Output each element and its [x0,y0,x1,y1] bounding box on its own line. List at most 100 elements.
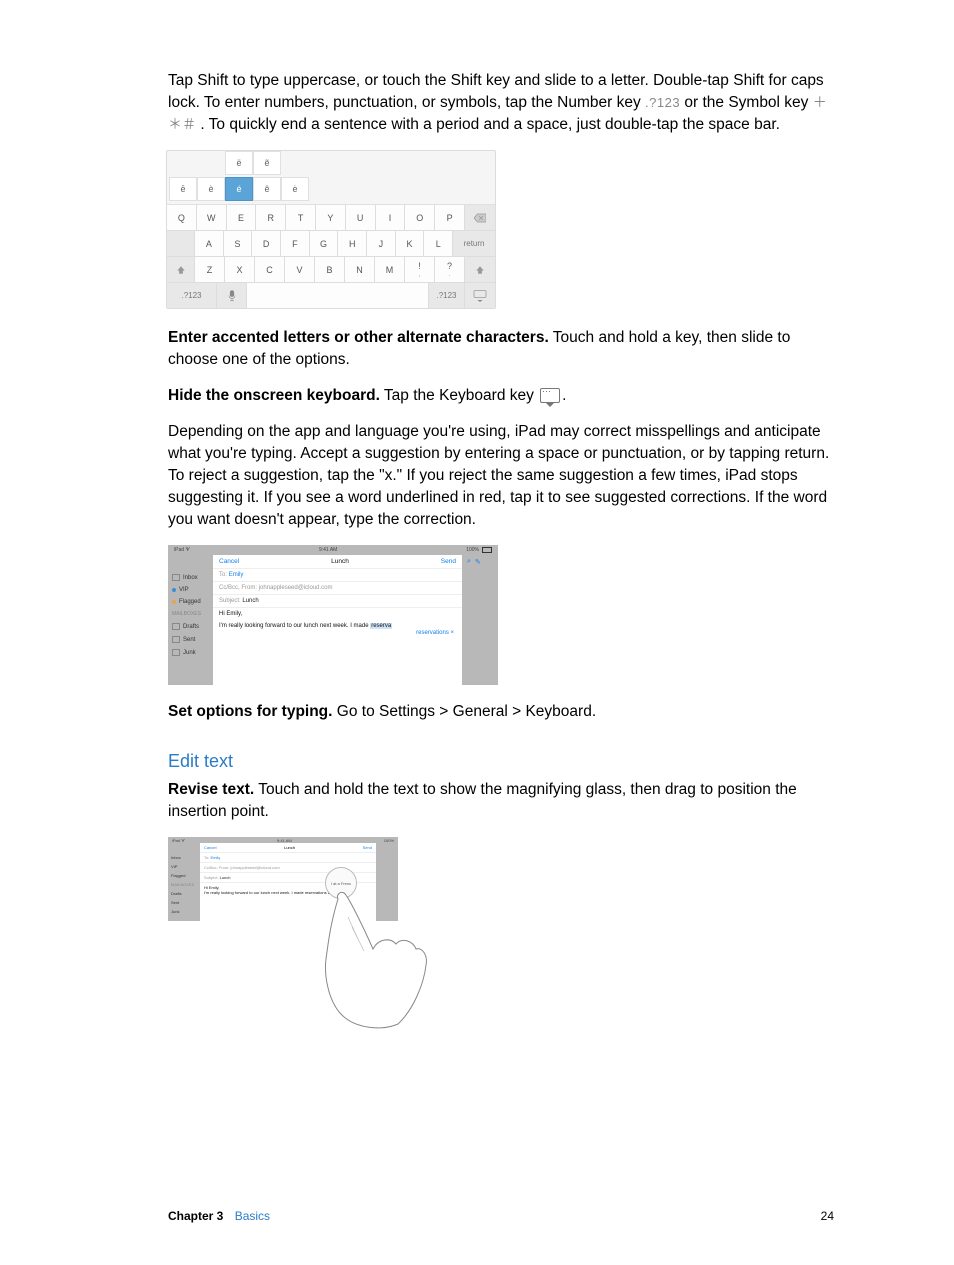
mail-compose: Cancel Lunch Send To: Emily Cc/Bcc, From… [213,555,462,685]
key-i[interactable]: I [376,205,406,230]
hide-keyboard-key[interactable] [465,283,495,308]
search-icon[interactable]: ⌕ [467,558,471,566]
sidebar-flagged[interactable]: Flagged [168,596,213,608]
accent-key[interactable]: è [197,177,225,201]
accent-key[interactable]: ē [169,177,197,201]
mini-junk[interactable]: Junk [168,907,200,916]
hide-rest-post: . [562,387,566,404]
accent-key[interactable]: ê [253,177,281,201]
key-o[interactable]: O [405,205,435,230]
key-c[interactable]: C [255,257,285,282]
key-a[interactable]: A [195,231,224,256]
correct-paragraph: Depending on the app and language you're… [168,421,834,531]
backspace-key[interactable] [465,205,495,230]
row2-spacer [167,231,195,256]
page-footer: Chapter 3 Basics 24 [168,1209,834,1223]
key-n[interactable]: N [345,257,375,282]
shift-key-right[interactable] [465,257,495,282]
to-field[interactable]: To: Emily [213,569,462,582]
status-time: 9:41 AM [319,547,337,553]
key-w[interactable]: W [197,205,227,230]
accent-key[interactable]: ẽ [253,151,281,175]
sidebar-drafts[interactable]: Drafts [168,620,213,633]
hide-rest-pre: Tap the Keyboard key [380,387,538,404]
revise-rest: Touch and hold the text to show the magn… [168,781,797,820]
intro-post: . To quickly end a sentence with a perio… [200,116,780,133]
sidebar-junk[interactable]: Junk [168,646,213,659]
accent-key[interactable]: ë [225,151,253,175]
hide-paragraph: Hide the onscreen keyboard. Tap the Keyb… [168,385,834,407]
key-x[interactable]: X [225,257,255,282]
revise-paragraph: Revise text. Touch and hold the text to … [168,779,834,823]
key-y[interactable]: Y [316,205,346,230]
intro-paragraph: Tap Shift to type uppercase, or touch th… [168,70,834,136]
hide-bold: Hide the onscreen keyboard. [168,387,380,404]
mini-vip[interactable]: VIP [168,862,200,871]
key-s[interactable]: S [224,231,253,256]
key-r[interactable]: R [256,205,286,230]
accent-bold: Enter accented letters or other alternat… [168,329,549,346]
spacebar[interactable] [247,283,429,308]
mail-sidebar: Inbox VIP Flagged MAILBOXES Drafts Sent … [168,555,213,685]
revise-bold: Revise text. [168,781,254,798]
typing-highlight: reserva [370,623,392,629]
mini-drafts[interactable]: Drafts [168,889,200,898]
suggestion-bubble[interactable]: reservations × [219,630,456,636]
page: Tap Shift to type uppercase, or touch th… [0,0,954,1265]
subject-field[interactable]: Subject: Lunch [213,595,462,608]
key-j[interactable]: J [367,231,396,256]
cancel-button[interactable]: Cancel [219,558,239,565]
options-rest: Go to Settings > General > Keyboard. [332,703,596,720]
hand-illustration [318,889,428,1029]
number-key[interactable]: .?123 [167,283,217,308]
keyboard-icon [540,388,560,403]
options-bold: Set options for typing. [168,703,332,720]
key-u[interactable]: U [346,205,376,230]
key-e[interactable]: E [227,205,257,230]
key-p[interactable]: P [435,205,465,230]
mini-inbox[interactable]: Inbox [168,853,200,862]
options-paragraph: Set options for typing. Go to Settings >… [168,701,834,723]
key-g[interactable]: G [310,231,339,256]
key-q[interactable]: Q [167,205,197,230]
sidebar-mailboxes-label: MAILBOXES [168,608,213,620]
key-v[interactable]: V [285,257,315,282]
intro-mid: or the Symbol key [684,94,812,111]
number-key-right[interactable]: .?123 [429,283,465,308]
chapter-title[interactable]: Basics [235,1209,270,1223]
compose-body[interactable]: Hi Emily, I'm really looking forward to … [213,608,462,639]
mini-sent[interactable]: Sent [168,898,200,907]
keyboard-figure: ë ẽ ē è é ê ė Q W E R T Y U I [166,150,496,309]
page-number: 24 [821,1209,834,1223]
mail-figure: iPad ᗐ 9:41 AM 100% Inbox VIP Flagged MA… [168,545,498,685]
compose-title: Lunch [331,558,349,565]
key-d[interactable]: D [252,231,281,256]
key-question-period[interactable]: ? . [435,257,465,282]
compose-icon[interactable]: ✎ [475,558,481,566]
edit-text-heading: Edit text [168,751,834,772]
chapter-label: Chapter 3 [168,1209,223,1223]
mini-flagged[interactable]: Flagged [168,871,200,880]
key-l[interactable]: L [424,231,453,256]
accent-paragraph: Enter accented letters or other alternat… [168,327,834,371]
key-z[interactable]: Z [195,257,225,282]
shift-key[interactable] [167,257,195,282]
dictation-key[interactable] [217,283,247,308]
key-b[interactable]: B [315,257,345,282]
key-t[interactable]: T [286,205,316,230]
sidebar-sent[interactable]: Sent [168,633,213,646]
sidebar-vip[interactable]: VIP [168,584,213,596]
accent-key[interactable]: ė [281,177,309,201]
return-key[interactable]: return [453,231,495,256]
sidebar-inbox[interactable]: Inbox [168,571,213,584]
key-m[interactable]: M [375,257,405,282]
status-left: iPad ᗐ [174,547,190,553]
key-k[interactable]: K [396,231,425,256]
send-button[interactable]: Send [441,558,456,565]
accent-key-selected[interactable]: é [225,177,253,201]
key-exclaim-comma[interactable]: ! , [405,257,435,282]
number-key-label: .?123 [645,95,680,110]
key-f[interactable]: F [281,231,310,256]
cc-field[interactable]: Cc/Bcc, From: johnappleseed@icloud.com [213,582,462,595]
key-h[interactable]: H [338,231,367,256]
